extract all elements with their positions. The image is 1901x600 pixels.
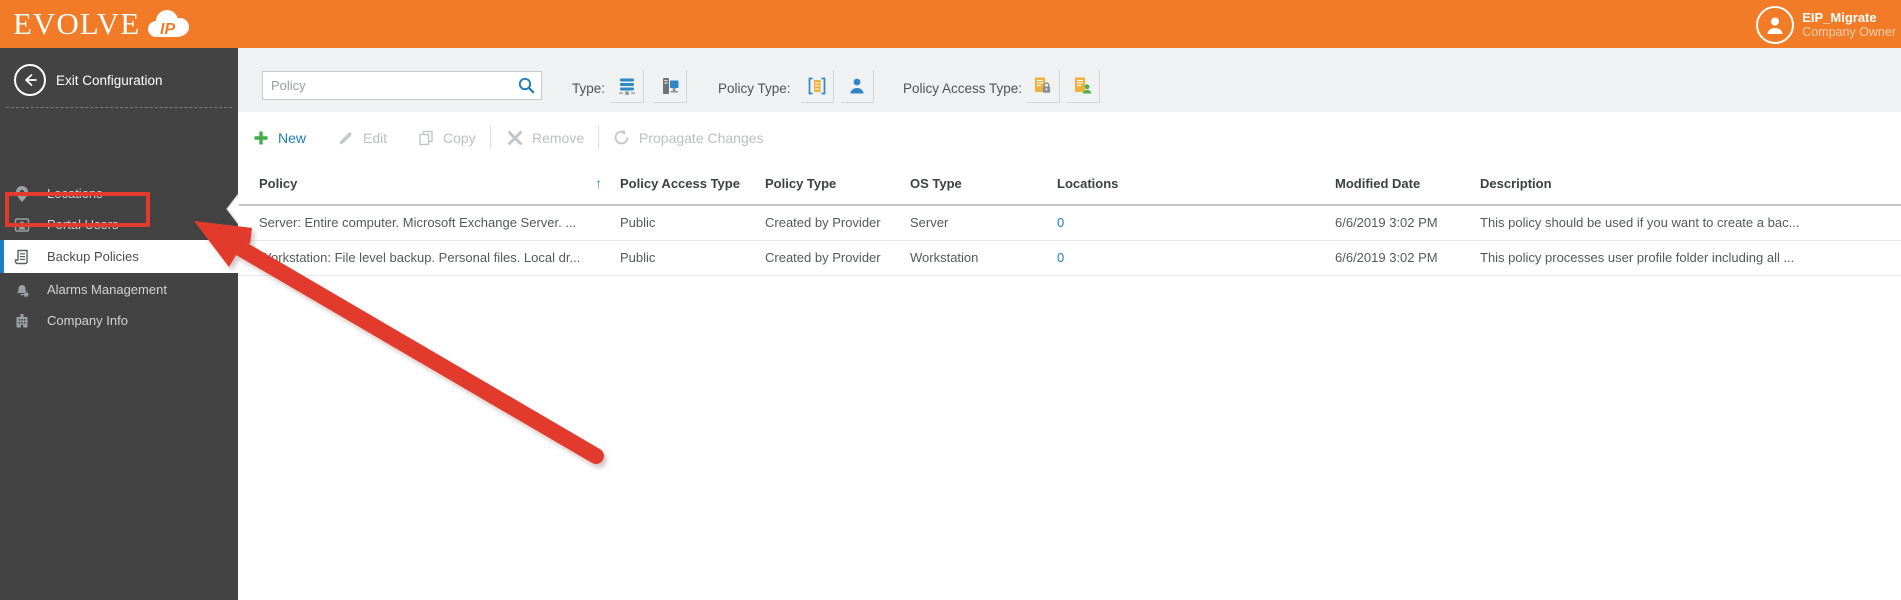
refresh-icon (613, 129, 630, 146)
exit-configuration-label: Exit Configuration (56, 72, 163, 88)
filter-type-workstation-icon[interactable] (653, 69, 686, 102)
user-name: EIP_Migrate (1802, 10, 1877, 25)
alarm-bell-gear-icon (12, 280, 32, 300)
cell-modified-date: 6/6/2019 3:02 PM (1335, 215, 1438, 230)
x-icon (507, 130, 523, 146)
copy-icon (418, 130, 434, 146)
sidebar-selection-notch (226, 193, 239, 225)
portal-users-icon (12, 215, 32, 235)
sidebar-item-company-info[interactable]: Company Info (0, 305, 238, 336)
sidebar-item-backup-policies[interactable]: Backup Policies (0, 240, 238, 273)
cell-os-type: Server (910, 215, 949, 230)
cell-policy-access-type: Public (620, 215, 656, 230)
copy-button-label: Copy (443, 129, 476, 146)
remove-button-label: Remove (532, 129, 585, 146)
sidebar-item-label: Company Info (47, 313, 128, 328)
sidebar-item-locations[interactable]: Locations (0, 178, 238, 209)
table-header: Policy ↑ Policy Access Type Policy Type … (238, 163, 1901, 206)
locations-count-link[interactable]: 0 (1057, 206, 1064, 240)
back-arrow-icon (14, 64, 46, 96)
filter-bar: Type: Policy Type: (238, 48, 1901, 112)
sidebar-item-portal-users[interactable]: Portal Users (0, 209, 238, 240)
remove-button[interactable]: Remove (507, 112, 584, 163)
column-header-modified-date[interactable]: Modified Date (1335, 163, 1420, 204)
cell-modified-date: 6/6/2019 3:02 PM (1335, 250, 1438, 265)
location-pin-icon (12, 184, 32, 204)
sidebar-item-label: Backup Policies (47, 249, 139, 264)
policy-search-box (262, 71, 542, 100)
propagate-changes-button[interactable]: Propagate Changes (613, 112, 764, 163)
propagate-changes-label: Propagate Changes (639, 129, 764, 146)
column-header-os-type[interactable]: OS Type (910, 163, 962, 204)
filter-type-server-icon[interactable] (610, 69, 643, 102)
policy-type-filter-label: Policy Type: (718, 81, 791, 96)
filter-access-public-icon[interactable] (1066, 69, 1099, 102)
pencil-icon (338, 130, 354, 146)
edit-button[interactable]: Edit (338, 112, 387, 163)
table-row[interactable]: Server: Entire computer. Microsoft Excha… (238, 206, 1901, 241)
toolbar-separator (598, 126, 599, 149)
sort-ascending-icon: ↑ (595, 175, 602, 191)
edit-button-label: Edit (363, 129, 388, 146)
cell-policy-type: Created by Provider (765, 215, 881, 230)
sidebar-divider (6, 107, 232, 108)
copy-button[interactable]: Copy (418, 112, 476, 163)
cell-os-type: Workstation (910, 250, 979, 265)
column-header-policy[interactable]: Policy (259, 163, 297, 204)
filter-policy-type-provider-icon[interactable] (800, 69, 833, 102)
new-button[interactable]: New (253, 112, 306, 163)
policy-scroll-icon (12, 247, 32, 267)
actions-toolbar: New Edit Copy Remove Propagate Changes (238, 112, 1901, 163)
sidebar-item-label: Portal Users (47, 217, 119, 232)
backup-policies-page: EVOLVE IP EIP_Migrate Company Owner Exit… (0, 0, 1901, 600)
evolveip-logo[interactable]: EVOLVE IP (13, 4, 192, 44)
svg-text:IP: IP (160, 21, 175, 38)
search-input[interactable] (263, 78, 511, 93)
cell-description: This policy processes user profile folde… (1480, 250, 1795, 265)
logo-text: EVOLVE (13, 6, 141, 41)
column-header-policy-type[interactable]: Policy Type (765, 163, 836, 204)
cell-policy: Workstation: File level backup. Personal… (259, 250, 581, 265)
company-building-icon (12, 311, 32, 331)
sidebar: Exit Configuration Locations Portal User… (0, 48, 238, 600)
user-menu[interactable]: EIP_Migrate Company Owner (1756, 6, 1896, 44)
plus-icon (253, 130, 269, 146)
exit-configuration-button[interactable]: Exit Configuration (0, 60, 238, 100)
type-filter-label: Type: (572, 81, 606, 96)
cell-policy: Server: Entire computer. Microsoft Excha… (259, 215, 577, 230)
filter-policy-type-user-icon[interactable] (840, 69, 873, 102)
user-role: Company Owner (1802, 25, 1896, 39)
locations-count-link[interactable]: 0 (1057, 241, 1064, 275)
toolbar-separator (490, 126, 491, 149)
cell-policy-access-type: Public (620, 250, 656, 265)
sidebar-item-alarms-management[interactable]: Alarms Management (0, 274, 238, 305)
filter-access-private-icon[interactable] (1026, 69, 1059, 102)
cell-description: This policy should be used if you want t… (1480, 215, 1800, 230)
new-button-label: New (278, 129, 307, 146)
search-icon[interactable] (511, 72, 541, 99)
policy-access-type-filter-label: Policy Access Type: (903, 81, 1023, 96)
app-header: EVOLVE IP EIP_Migrate Company Owner (0, 0, 1901, 48)
sidebar-item-label: Locations (47, 186, 103, 201)
sidebar-item-label: Alarms Management (47, 282, 167, 297)
cell-policy-type: Created by Provider (765, 250, 881, 265)
user-avatar-icon (1756, 6, 1795, 44)
column-header-description[interactable]: Description (1480, 163, 1552, 204)
column-header-policy-access-type[interactable]: Policy Access Type (620, 163, 740, 204)
cloud-ip-icon: IP (144, 6, 192, 42)
column-header-locations[interactable]: Locations (1057, 163, 1118, 204)
table-row[interactable]: Workstation: File level backup. Personal… (238, 241, 1901, 276)
